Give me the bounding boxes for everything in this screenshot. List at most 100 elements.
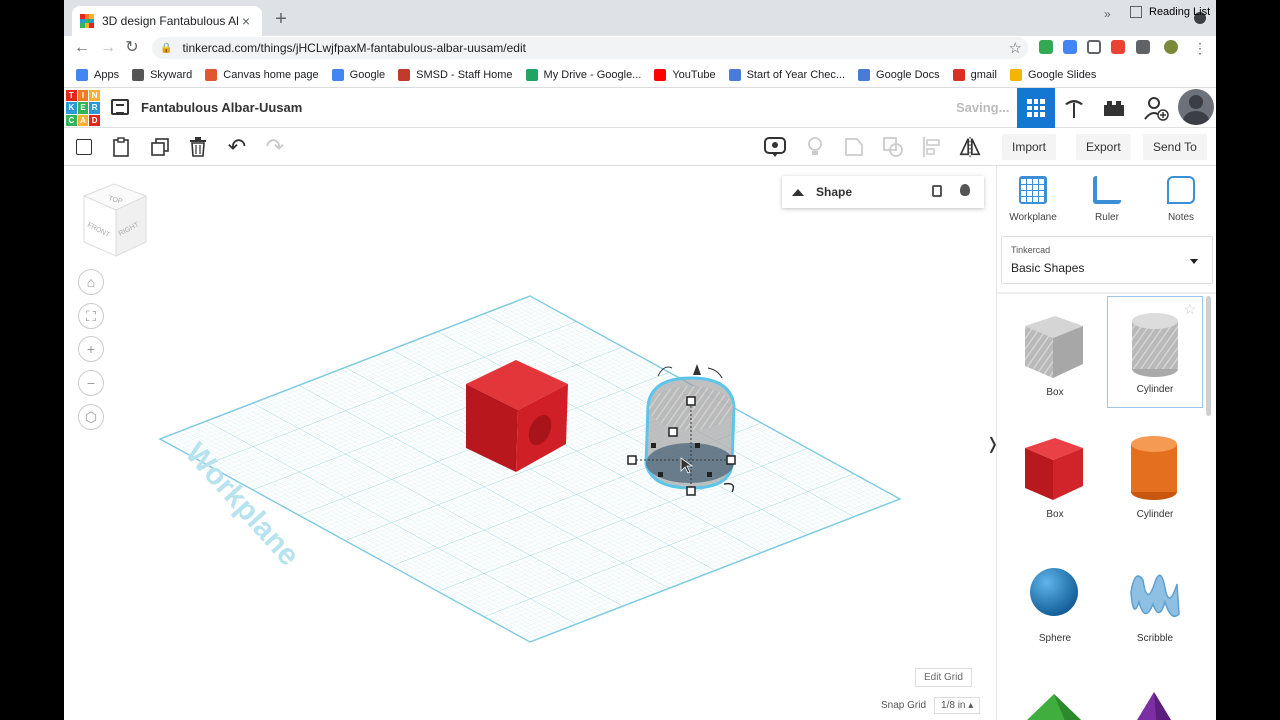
paste-button[interactable] [110, 136, 132, 158]
bookmark-icon [858, 68, 871, 81]
edit-grid-button[interactable]: Edit Grid [915, 668, 972, 687]
paste-icon [113, 137, 129, 157]
bookmark-icon [525, 68, 538, 81]
shape-cylinder-hole[interactable]: ☆ Cylinder [1107, 296, 1203, 408]
extension-icon[interactable] [1063, 40, 1077, 54]
zoom-out-button[interactable]: − [78, 370, 104, 396]
bookmark-item[interactable]: YouTube [654, 68, 716, 81]
view-cube[interactable]: TOP FRONT RIGHT [82, 183, 148, 257]
bookmark-label: Google [349, 68, 386, 81]
light-bulb-icon[interactable] [960, 184, 970, 196]
user-avatar[interactable] [1178, 89, 1214, 125]
new-tab-button[interactable]: + [272, 9, 290, 29]
align-icon [923, 137, 940, 157]
collapse-arrow-icon[interactable] [792, 188, 804, 196]
box-icon [1025, 438, 1083, 500]
workplane-tool[interactable]: Workplane [1003, 176, 1063, 223]
logo-letter: K [66, 102, 77, 114]
forward-icon[interactable]: → [98, 38, 118, 58]
delete-button[interactable] [187, 136, 209, 158]
bookmark-item[interactable]: Start of Year Chec... [728, 68, 845, 81]
mirror-button[interactable] [959, 136, 981, 158]
import-button[interactable]: Import [1002, 134, 1057, 160]
duplicate-button[interactable] [149, 136, 171, 158]
bookmark-label: My Drive - Google... [543, 68, 642, 81]
browser-menu-icon[interactable]: ⋮ [1190, 38, 1210, 58]
notes-tool[interactable]: Notes [1151, 176, 1211, 223]
extension-icon[interactable] [1087, 40, 1101, 54]
design-list-icon[interactable] [111, 99, 129, 115]
bookmarks-more-icon[interactable]: » [1104, 7, 1111, 21]
undo-icon: ↶ [227, 134, 247, 159]
home-view-button[interactable]: ⌂ [78, 269, 104, 295]
3d-viewport[interactable]: Workplane TOP FRONT RIGHT ⌂ ⛶ + − ⬡ Shap… [64, 166, 996, 720]
shape-cylinder[interactable]: Cylinder [1107, 420, 1203, 532]
ungroup-button[interactable] [882, 136, 904, 158]
codeblocks-button[interactable] [1055, 88, 1093, 128]
shape-label: Cylinder [1136, 384, 1174, 395]
panel-collapse-icon[interactable]: ❭ [986, 434, 996, 454]
shape-scribble[interactable]: Scribble [1107, 544, 1203, 656]
shape-library-select[interactable]: Tinkercad Basic Shapes [1001, 236, 1213, 284]
group-button[interactable] [843, 136, 865, 158]
bookmark-item[interactable]: My Drive - Google... [525, 68, 642, 81]
tab-close-icon[interactable]: × [238, 13, 254, 29]
bookmark-item[interactable]: Canvas home page [205, 68, 319, 81]
browser-tab[interactable]: 3D design Fantabulous Albar-U × [72, 6, 262, 36]
shape-box-hole[interactable]: Box [1007, 298, 1103, 410]
3d-view-button[interactable] [1017, 88, 1055, 128]
reading-list-button[interactable]: Reading List [1130, 6, 1210, 18]
bookmark-item[interactable]: Skyward [132, 68, 192, 81]
ungroup-icon [883, 137, 903, 157]
bookmark-item[interactable]: Google Docs [858, 68, 940, 81]
notes-toggle-button[interactable] [764, 136, 786, 158]
bookmark-item[interactable]: Apps [76, 68, 119, 81]
bookmark-item[interactable]: Google [331, 68, 386, 81]
snap-grid-select[interactable]: 1/8 in ▴ [934, 697, 981, 714]
profile-avatar-icon[interactable] [1164, 40, 1178, 54]
bookmark-icon [654, 68, 667, 81]
ruler-tool[interactable]: Ruler [1077, 176, 1137, 223]
shape-roof[interactable] [1007, 666, 1103, 720]
drive-extension-icon[interactable] [1039, 40, 1053, 54]
fit-view-button[interactable]: ⛶ [78, 303, 104, 329]
redo-icon: ↷ [265, 134, 285, 159]
address-bar[interactable]: 🔒 tinkercad.com/things/jHCLwjfpaxM-fanta… [152, 37, 1028, 59]
lock-icon[interactable] [932, 185, 942, 197]
shapes-scrollbar[interactable] [1206, 296, 1211, 416]
shape-sphere[interactable]: Sphere [1007, 544, 1103, 656]
group-icon [845, 138, 863, 156]
shape-box[interactable]: Box [1007, 420, 1103, 532]
orthographic-button[interactable]: ⬡ [78, 404, 104, 430]
copy-button[interactable] [73, 136, 95, 158]
workplane-scene[interactable]: Workplane TOP FRONT RIGHT [64, 166, 996, 720]
roof-icon [1027, 694, 1081, 720]
undo-button[interactable]: ↶ [226, 134, 248, 159]
box-hole-icon [1025, 316, 1083, 378]
bookmark-item[interactable]: Google Slides [1009, 68, 1096, 81]
bookmark-item[interactable]: gmail [952, 68, 997, 81]
redo-button[interactable]: ↷ [264, 134, 286, 159]
add-user-button[interactable] [1137, 88, 1175, 128]
reload-icon[interactable]: ↻ [122, 38, 142, 58]
align-button[interactable] [921, 136, 943, 158]
export-button[interactable]: Export [1076, 134, 1131, 160]
shape-inspector[interactable]: Shape [782, 176, 984, 208]
zoom-in-button[interactable]: + [78, 336, 104, 362]
snap-grid-value: 1/8 in [941, 700, 966, 711]
workplane[interactable] [158, 295, 902, 643]
tinkercad-logo[interactable]: TINKERCAD [66, 90, 100, 126]
bookmark-label: SMSD - Staff Home [416, 68, 513, 81]
extension-icon[interactable] [1111, 40, 1125, 54]
design-title[interactable]: Fantabulous Albar-Uusam [141, 100, 302, 115]
send-to-button[interactable]: Send To [1143, 134, 1207, 160]
favorite-star-icon[interactable]: ☆ [1183, 301, 1196, 318]
scribble-icon [1130, 574, 1180, 617]
shape-pyramid[interactable] [1107, 666, 1203, 720]
puzzle-extension-icon[interactable] [1136, 40, 1150, 54]
bookmark-star-icon[interactable]: ☆ [1009, 39, 1022, 57]
light-bulb-button[interactable] [804, 136, 826, 158]
bookmark-item[interactable]: SMSD - Staff Home [398, 68, 513, 81]
bricks-button[interactable] [1095, 88, 1133, 128]
back-icon[interactable]: ← [72, 38, 92, 58]
